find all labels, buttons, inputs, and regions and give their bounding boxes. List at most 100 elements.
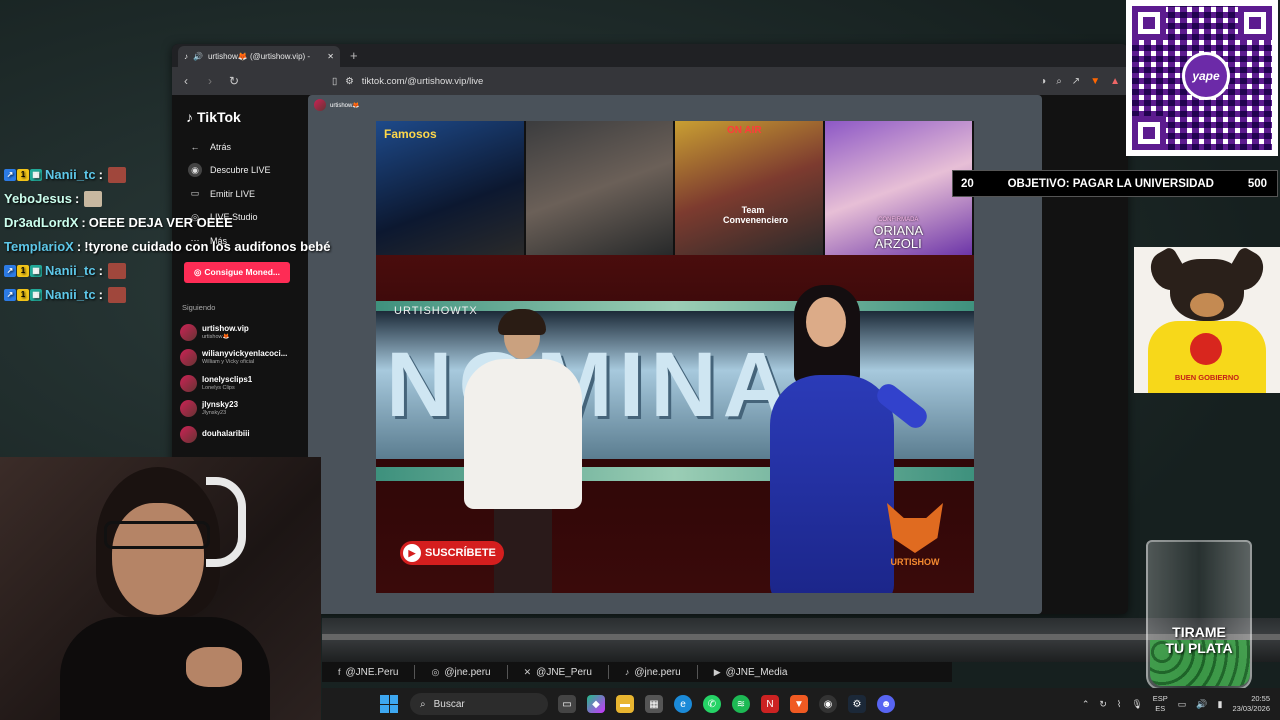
chat-message: ↗ 1 ▦ Nanii_tc: <box>4 283 330 307</box>
back-icon[interactable]: ‹ <box>180 74 192 88</box>
reader-icon[interactable]: ◑ <box>1040 76 1046 87</box>
person-body <box>464 359 582 509</box>
subscribe-label: SUSCRÍBETE <box>425 547 496 559</box>
thumbnail <box>525 121 675 255</box>
badge-icon: ↗ <box>4 289 16 301</box>
yape-qr-code: yape <box>1126 0 1278 156</box>
whatsapp-icon[interactable]: ✆ <box>703 695 721 713</box>
tiktok-icon: ♪ <box>184 52 188 61</box>
chat-text: !tyrone cuidado con los audifonos bebé <box>84 239 331 254</box>
chat-username: YeboJesus <box>4 191 72 206</box>
urtishow-logo: URTISHOW <box>880 503 950 585</box>
browser-tab[interactable]: ♪ 🔊 urtishow🦊 (@urtishow.vip) - ✕ <box>178 46 340 67</box>
qr-finder <box>1238 6 1272 40</box>
forward-icon[interactable]: › <box>204 74 216 88</box>
speaker-icon[interactable]: 🔊 <box>193 52 203 61</box>
zoom-icon[interactable]: ⌕ <box>1056 76 1062 87</box>
host-info[interactable]: urtishow🦊 <box>314 99 360 111</box>
url-text: tiktok.com/@urtishow.vip/live <box>361 75 484 87</box>
volume-icon[interactable]: 🔊 <box>1196 699 1207 710</box>
following-item[interactable]: jlynsky23 Jlynsky23 <box>180 396 300 422</box>
brave-icon[interactable]: ▼ <box>790 695 808 713</box>
bookmark-icon[interactable]: ▯ <box>332 76 337 87</box>
badge-icon: ↗ <box>4 265 16 277</box>
steam-icon[interactable]: ⚙ <box>848 695 866 713</box>
display-icon[interactable]: ▭ <box>1178 699 1187 710</box>
netflix-icon[interactable]: N <box>761 695 779 713</box>
avatar <box>180 323 197 341</box>
site-info-icon[interactable]: ⚙ <box>345 76 354 87</box>
avatar <box>180 374 197 392</box>
close-icon[interactable]: ✕ <box>327 52 334 61</box>
brand-name: TikTok <box>197 109 241 125</box>
sun-icon <box>1190 333 1222 365</box>
tiktok-logo[interactable]: ♪ TikTok <box>186 109 300 125</box>
discord-icon[interactable]: ☻ <box>877 695 895 713</box>
language-indicator[interactable]: ESP ES <box>1153 694 1168 714</box>
chat-username: Nanii_tc <box>45 263 96 278</box>
thumbnail-label: ON AIR <box>727 125 762 136</box>
chevron-up-icon[interactable]: ⌃ <box>1082 699 1090 710</box>
instagram-icon: ◎ <box>431 666 440 677</box>
host-name: urtishow🦊 <box>330 102 360 109</box>
goal-current: 20 <box>961 177 974 190</box>
address-bar: ‹ › ↻ ▯ ⚙ tiktok.com/@urtishow.vip/live … <box>172 67 1128 95</box>
facebook-icon: f <box>338 667 341 677</box>
chat-text: OEEE DEJA VER OEEE <box>88 215 233 230</box>
qr-finder <box>1132 6 1166 40</box>
chat-message: Dr3adLordX: OEEE DEJA VER OEEE <box>4 211 330 235</box>
live-player[interactable]: urtishow🦊 Famosos ON AIR Team Convenenci… <box>308 95 1042 614</box>
brave-shield-icon[interactable]: ▼ <box>1090 76 1100 87</box>
social-handle: @jne.peru <box>634 666 681 678</box>
taskbar-search[interactable]: ⌕ Buscar <box>410 693 548 715</box>
stage-scene: URTISHOWTX NOMINAD ▶ SUSCRÍBETE URTISHOW <box>376 255 974 593</box>
social-handle: @jne.peru <box>444 666 491 678</box>
spotify-icon[interactable]: ≋ <box>732 695 750 713</box>
microphone-icon[interactable]: 🎙 <box>1131 699 1142 710</box>
store-icon[interactable]: ▦ <box>645 695 663 713</box>
following-sub: Jlynsky23 <box>202 410 227 417</box>
badge-icon: ▦ <box>30 265 42 277</box>
tab-title: urtishow🦊 (@urtishow.vip) - <box>207 52 311 61</box>
user-badges: ↗ 1 ▦ <box>4 265 42 277</box>
back-label: Atrás <box>210 141 232 152</box>
tiktok-icon: ♪ <box>186 109 193 125</box>
cat-emote <box>84 191 103 207</box>
clock[interactable]: 20:55 23/03/2026 <box>1232 694 1270 714</box>
lang-primary: ESP <box>1152 694 1168 703</box>
file-explorer-icon[interactable]: ▬ <box>616 695 634 713</box>
following-name: urtishow.vip <box>202 323 249 333</box>
back-link[interactable]: ← Atrás <box>180 135 300 159</box>
share-icon[interactable]: ↗ <box>1072 76 1080 87</box>
chat-overlay: ↗ 1 ▦ Nanii_tc: YeboJesus: Dr3adLordX: OEEE… <box>4 163 330 307</box>
thumbnail-name: CONFIRMADA ORIANA ARZOLI <box>825 217 973 251</box>
sync-icon[interactable]: ↻ <box>1099 699 1107 710</box>
rewards-icon[interactable]: ▲ <box>1110 76 1120 87</box>
new-tab-button[interactable]: + <box>350 48 358 63</box>
social-handle: @JNE.Peru <box>345 666 399 678</box>
following-name: wilianyvickyenlacoci... <box>202 349 288 359</box>
goal-target: 500 <box>1247 177 1267 190</box>
following-item[interactable]: wilianyvickyenlacoci... William y Vicky o… <box>180 345 300 371</box>
avatar <box>180 349 197 367</box>
chat-username: Dr3adLordX <box>4 215 79 230</box>
task-view-icon[interactable]: ▭ <box>558 695 576 713</box>
following-item[interactable]: urtishow.vip urtishow🦊 <box>180 320 300 346</box>
following-sub: urtishow🦊 <box>202 333 230 340</box>
edge-icon[interactable]: e <box>674 695 692 713</box>
following-item[interactable]: lonelysclips1 Lonelys Clips <box>180 371 300 397</box>
chat-message: YeboJesus: <box>4 187 330 211</box>
user-badges: ↗ 1 ▦ <box>4 289 42 301</box>
stream-video[interactable]: Famosos ON AIR Team Convenenciero CONFIR… <box>376 121 974 593</box>
copilot-icon[interactable]: ◆ <box>587 695 605 713</box>
network-icon[interactable]: ⌇ <box>1117 699 1121 710</box>
url-field[interactable]: ▯ ⚙ tiktok.com/@urtishow.vip/live <box>332 76 1028 87</box>
tip-jar-label: TIRAME TU PLATA <box>1146 624 1252 656</box>
reload-icon[interactable]: ↻ <box>228 74 240 88</box>
thumbnail: Famosos <box>376 121 526 255</box>
obs-icon[interactable]: ◉ <box>819 695 837 713</box>
battery-icon[interactable]: ▮ <box>1218 699 1223 710</box>
chat-username: TemplarioX <box>4 239 74 254</box>
windows-start-icon[interactable] <box>380 695 398 713</box>
following-item[interactable]: douhalaribiii <box>180 422 300 448</box>
